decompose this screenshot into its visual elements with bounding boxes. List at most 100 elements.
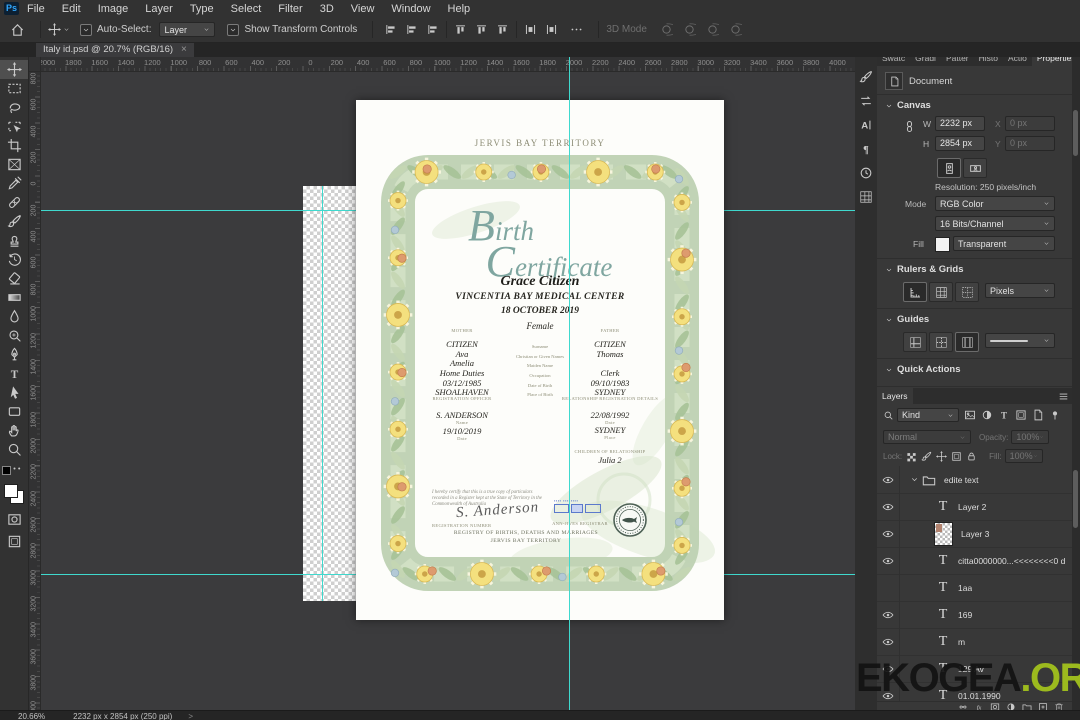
layer-visibility-toggle[interactable] — [877, 466, 900, 493]
distribute-vertical-button[interactable] — [545, 23, 558, 36]
properties-scroll-thumb[interactable] — [1073, 110, 1078, 156]
lock-pixels-button[interactable] — [921, 451, 932, 462]
vertical-guide-2[interactable] — [322, 186, 323, 601]
foreground-color-swatch[interactable] — [4, 484, 18, 498]
birth-certificate-document[interactable]: JERVIS BAY TERRITORY Birth Certificate G… — [356, 100, 724, 620]
eyedropper-tool[interactable] — [0, 174, 28, 193]
menu-view[interactable]: View — [351, 3, 375, 15]
document-tab[interactable]: Italy id.psd @ 20.7% (RGB/16) × — [36, 42, 194, 57]
filter-shape-layers-button[interactable] — [1015, 409, 1027, 421]
menu-filter[interactable]: Filter — [278, 3, 302, 15]
bit-depth-dropdown[interactable]: 16 Bits/Channel — [935, 216, 1055, 231]
show-transform-checkbox[interactable] — [227, 23, 240, 36]
layer-visibility-toggle[interactable] — [877, 520, 900, 547]
pan-3d-camera-button[interactable] — [706, 23, 719, 36]
menu-edit[interactable]: Edit — [62, 3, 81, 15]
spot-healing-brush-tool[interactable] — [0, 193, 28, 212]
layer-visibility-toggle[interactable] — [877, 574, 900, 601]
move-tool-options-icon[interactable] — [48, 23, 70, 36]
distribute-horizontal-button[interactable] — [524, 23, 537, 36]
brush-tool[interactable] — [0, 212, 28, 231]
lasso-tool[interactable] — [0, 98, 28, 117]
default-colors-icon[interactable] — [2, 466, 11, 475]
path-selection-tool[interactable] — [0, 383, 28, 402]
layer-row[interactable]: Tcitta0000000...<<<<<<<<0 d — [877, 547, 1072, 575]
object-selection-tool[interactable] — [0, 117, 28, 136]
align-vertical-centers-button[interactable] — [475, 23, 488, 36]
lock-transparency-button[interactable] — [906, 451, 917, 462]
toggle-smart-guides-button[interactable] — [929, 332, 953, 352]
color-swatches[interactable] — [4, 484, 24, 504]
rectangular-marquee-tool[interactable] — [0, 79, 28, 98]
blend-mode-dropdown[interactable]: Normal — [883, 430, 971, 444]
type-tool[interactable]: T — [0, 364, 28, 383]
brush-panel-button[interactable] — [859, 70, 873, 84]
horizontal-guide2-left[interactable] — [40, 574, 356, 575]
more-options-button[interactable] — [570, 23, 583, 36]
status-chevron-icon[interactable]: > — [188, 712, 193, 720]
layer-row[interactable]: T 169 — [877, 601, 1072, 629]
paragraph-panel-button[interactable]: ¶ — [859, 142, 873, 156]
text-layer-thumbnail[interactable]: T — [936, 634, 950, 650]
menu-file[interactable]: File — [27, 3, 45, 15]
pen-tool[interactable] — [0, 345, 28, 364]
y-field[interactable]: 0 px — [1005, 136, 1055, 151]
eraser-tool[interactable] — [0, 269, 28, 288]
width-field[interactable]: 2232 px — [935, 116, 985, 131]
layer-row[interactable]: T Layer 2 — [877, 493, 1072, 521]
layer-name[interactable]: 169 — [958, 610, 972, 620]
fill-dropdown[interactable]: Transparent — [953, 236, 1055, 251]
layer-name[interactable]: citta0000000...<<<<<<<<0 d — [958, 556, 1065, 566]
auto-select-dropdown[interactable]: Layer — [159, 22, 216, 37]
opacity-field[interactable]: 100% — [1011, 430, 1050, 444]
fill-swatch[interactable] — [935, 237, 950, 252]
ruler-origin-corner[interactable] — [28, 57, 41, 72]
ruler-units-dropdown[interactable]: Pixels — [985, 283, 1055, 298]
align-left-edges-button[interactable] — [384, 23, 397, 36]
crop-tool[interactable] — [0, 136, 28, 155]
menu-layer[interactable]: Layer — [145, 3, 173, 15]
text-layer-thumbnail[interactable]: T — [936, 553, 950, 569]
layer-row[interactable]: T 1aa — [877, 574, 1072, 602]
toggle-pixel-grid-button[interactable] — [955, 282, 979, 302]
menu-window[interactable]: Window — [391, 3, 430, 15]
lock-all-button[interactable] — [966, 451, 977, 462]
horizontal-guide-right[interactable] — [724, 210, 855, 211]
pattern-panel-button[interactable] — [859, 190, 873, 204]
layer-thumbnail[interactable] — [934, 521, 953, 546]
layer-visibility-toggle[interactable] — [877, 628, 900, 655]
horizontal-ruler[interactable]: 2000 1800 1600 1400 1200 1000 800 600 400 200 0 200… — [40, 57, 856, 72]
layer-name[interactable]: edite text — [944, 475, 979, 485]
color-mode-dropdown[interactable]: RGB Color — [935, 196, 1055, 211]
filter-image-layers-button[interactable] — [964, 409, 976, 421]
filter-search[interactable] — [883, 410, 894, 421]
layer-fill-field[interactable]: 100% — [1004, 449, 1043, 463]
filter-toggle-button[interactable] — [1049, 409, 1061, 421]
toggle-guides-button[interactable] — [903, 332, 927, 352]
dodge-tool[interactable] — [0, 326, 28, 345]
filter-kind-dropdown[interactable]: Kind — [897, 408, 959, 422]
lock-artboard-button[interactable] — [951, 451, 962, 462]
align-horizontal-centers-button[interactable] — [405, 23, 418, 36]
roll-3d-camera-button[interactable] — [683, 23, 696, 36]
vertical-ruler[interactable]: 800 600 400 200 0 200 400 600 800 1000 1200 1400 160… — [28, 71, 41, 712]
clock-panel-button[interactable] — [859, 166, 873, 180]
align-bottom-edges-button[interactable] — [496, 23, 509, 36]
arrows-panel-button[interactable] — [859, 94, 873, 108]
blur-tool[interactable] — [0, 307, 28, 326]
landscape-orientation-button[interactable] — [963, 158, 987, 178]
shape-tool[interactable] — [0, 402, 28, 421]
move-tool[interactable] — [0, 60, 28, 79]
group-expand-caret[interactable] — [910, 475, 919, 484]
layer-row[interactable]: edite text — [877, 466, 1072, 494]
frame-tool[interactable] — [0, 155, 28, 174]
layers-panel-menu[interactable] — [1058, 388, 1072, 404]
menu-3d[interactable]: 3D — [320, 3, 334, 15]
menu-help[interactable]: Help — [448, 3, 471, 15]
layer-row[interactable]: Tm — [877, 628, 1072, 656]
canvas-section-header[interactable]: Canvas — [885, 100, 931, 111]
zoom-tool[interactable] — [0, 440, 28, 459]
text-layer-thumbnail[interactable]: T — [936, 607, 950, 623]
vertical-guide[interactable] — [569, 57, 570, 712]
home-screen-button[interactable] — [10, 22, 25, 37]
